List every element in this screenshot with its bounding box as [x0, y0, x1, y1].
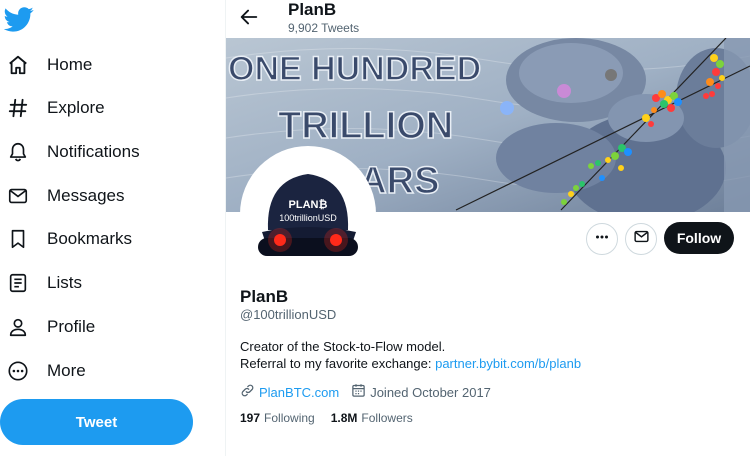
- more-horizontal-icon: [593, 228, 611, 251]
- sidebar-item-label: Home: [47, 55, 93, 74]
- sidebar-item-label: Explore: [47, 98, 105, 117]
- website-link[interactable]: PlanBTC.com: [259, 385, 339, 400]
- sidebar-item-label: Messages: [47, 186, 125, 205]
- banner-text-line1: ONE HUNDRED: [228, 50, 481, 88]
- following-link[interactable]: 197 Following: [240, 411, 315, 425]
- profile-meta: PlanBTC.com Joined October 2017: [240, 383, 503, 401]
- banner-text-line2: TRILLION: [278, 105, 453, 147]
- cap-text-brand: PLAN₿: [289, 199, 328, 211]
- sidebar-item-profile[interactable]: Profile: [0, 307, 200, 347]
- app: Home Explore Notifications Messages Book: [0, 0, 750, 456]
- follow-counts: 197 Following 1.8M Followers: [240, 411, 429, 425]
- list-icon: [0, 270, 36, 296]
- header-title: PlanB: [288, 0, 337, 19]
- bio-line-2: Referral to my favorite exchange: partne…: [240, 356, 581, 371]
- bio-link[interactable]: partner.bybit.com/b/planb: [435, 356, 581, 371]
- following-count: 197: [240, 411, 261, 425]
- sidebar-item-label: Notifications: [47, 142, 140, 161]
- tweet-button[interactable]: Tweet: [0, 399, 193, 445]
- back-arrow-icon[interactable]: [238, 6, 260, 28]
- twitter-bird-icon[interactable]: [3, 4, 34, 34]
- follow-button[interactable]: Follow: [664, 222, 734, 254]
- user-handle: @100trillionUSD: [240, 307, 337, 322]
- joined-item: Joined October 2017: [351, 383, 491, 401]
- bell-icon: [0, 139, 36, 165]
- envelope-icon: [0, 183, 36, 209]
- website-item: PlanBTC.com: [240, 383, 339, 401]
- person-icon: [0, 314, 36, 340]
- tweet-count: 9,902 Tweets: [288, 21, 360, 35]
- bio-text: Referral to my favorite exchange:: [240, 356, 436, 371]
- joined-date: Joined October 2017: [370, 384, 491, 400]
- following-label: Following: [264, 411, 315, 425]
- followers-label: Followers: [361, 411, 413, 425]
- sidebar-item-notifications[interactable]: Notifications: [0, 132, 200, 172]
- bookmark-icon: [0, 226, 36, 252]
- sidebar-item-label: Bookmarks: [47, 229, 133, 248]
- followers-link[interactable]: 1.8M Followers: [331, 411, 413, 425]
- bio-line-1: Creator of the Stock-to-Flow model.: [240, 339, 446, 354]
- sidebar-item-bookmarks[interactable]: Bookmarks: [0, 219, 200, 259]
- more-circle-icon: [0, 358, 36, 384]
- sidebar-item-lists[interactable]: Lists: [0, 263, 200, 303]
- hashtag-icon: [0, 95, 36, 121]
- sidebar-item-more[interactable]: More: [0, 351, 200, 391]
- more-options-button[interactable]: [586, 223, 618, 255]
- profile-main: ONE HUNDRED TRILLION LARS PlanB 9,902 Tw…: [226, 0, 750, 456]
- envelope-icon: [633, 228, 650, 250]
- sidebar-item-messages[interactable]: Messages: [0, 176, 200, 216]
- followers-count: 1.8M: [330, 411, 358, 425]
- link-icon: [240, 383, 259, 401]
- sidebar-item-label: More: [47, 361, 86, 380]
- calendar-icon: [351, 383, 370, 401]
- display-name: PlanB: [240, 287, 289, 306]
- avatar[interactable]: PLAN₿ 100trillionUSD: [240, 146, 376, 282]
- sidebar-item-explore[interactable]: Explore: [0, 88, 200, 128]
- sidebar: Home Explore Notifications Messages Book: [0, 0, 226, 456]
- home-icon: [0, 52, 36, 78]
- sidebar-item-label: Profile: [47, 317, 96, 336]
- sidebar-item-home[interactable]: Home: [0, 45, 200, 85]
- profile-header: PlanB 9,902 Tweets: [226, 0, 750, 38]
- message-button[interactable]: [625, 223, 657, 255]
- sidebar-item-label: Lists: [47, 273, 82, 292]
- cap-text-handle: 100trillionUSD: [279, 213, 337, 223]
